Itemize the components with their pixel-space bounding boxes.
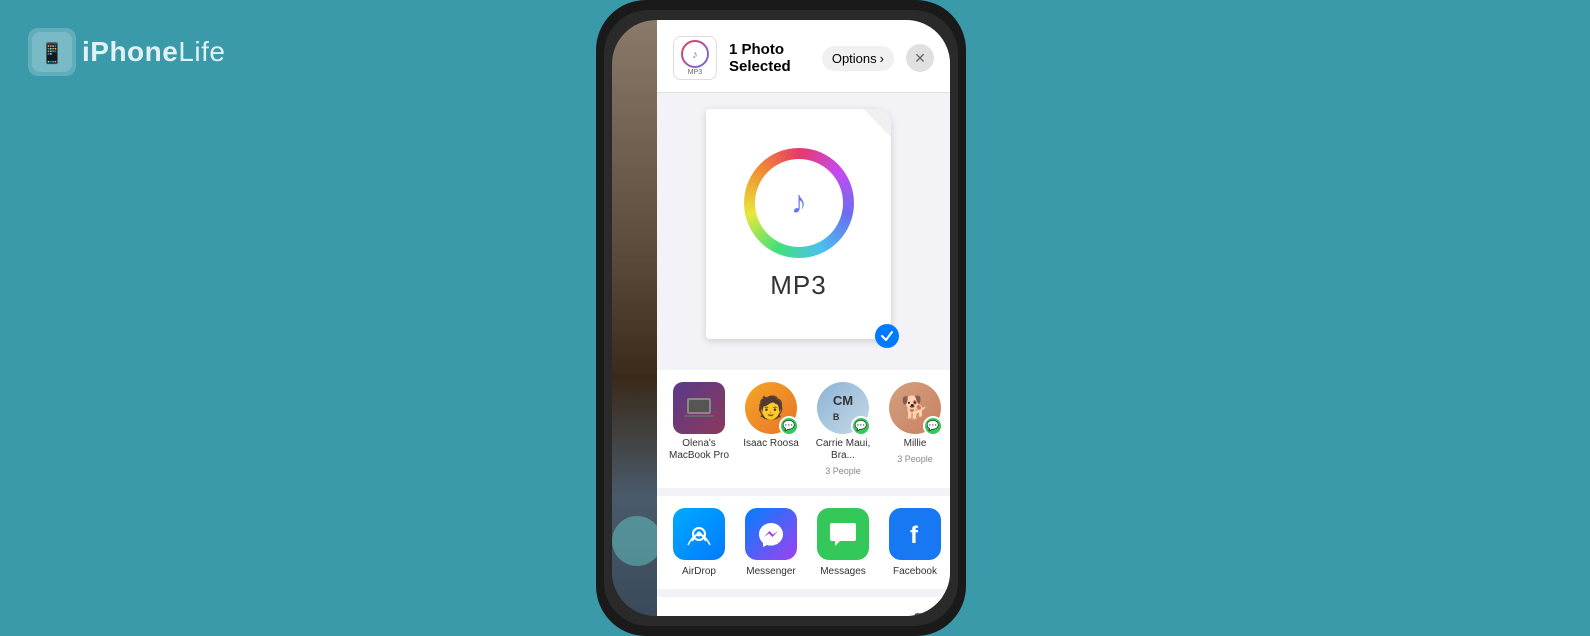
- mp3-label: MP3: [770, 270, 826, 301]
- contact-avatar-wrap-isaac: 🧑 💬: [745, 382, 797, 434]
- contact-macbook-name: Olena's MacBook Pro: [666, 438, 732, 462]
- svg-text:♪: ♪: [791, 184, 807, 220]
- bg-photo-content: [612, 20, 657, 616]
- share-header: ♪ MP3 1 Photo Selected Options › ✕: [657, 20, 950, 93]
- contact-isaac-name: Isaac Roosa: [743, 438, 799, 450]
- close-button[interactable]: ✕: [906, 44, 934, 72]
- header-info: 1 Photo Selected: [729, 41, 810, 75]
- options-label: Options: [832, 51, 877, 66]
- share-sheet: ♪ MP3 1 Photo Selected Options › ✕: [657, 20, 950, 616]
- contacts-row: Olena's MacBook Pro 🧑 💬 Isaac Roosa CM: [657, 370, 950, 488]
- logo-text: iPhoneLife: [82, 36, 226, 68]
- message-badge-icon-carrie: 💬: [855, 421, 867, 432]
- svg-text:f: f: [910, 522, 919, 549]
- file-page: ♪ MP3: [706, 109, 891, 339]
- header-title: 1 Photo Selected: [729, 41, 810, 75]
- copy-photo-icon: [912, 611, 934, 616]
- background-photo: [612, 20, 657, 616]
- svg-text:♪: ♪: [692, 49, 698, 61]
- logo-brand: iPhone: [82, 36, 178, 67]
- messages-icon: [817, 508, 869, 560]
- close-icon: ✕: [914, 50, 926, 67]
- message-badge-icon-millie: 💬: [927, 421, 939, 432]
- messenger-icon: [745, 508, 797, 560]
- contact-avatar-wrap-macbook: [673, 382, 725, 434]
- phone-frame: ♪ MP3 1 Photo Selected Options › ✕: [596, 0, 966, 636]
- contact-carrie-name: Carrie Maui, Bra...: [810, 438, 876, 462]
- iphone-life-logo: 📱 iPhoneLife: [28, 28, 226, 76]
- contact-carrie[interactable]: CMB 💬 Carrie Maui, Bra... 3 People: [809, 382, 877, 476]
- app-messenger[interactable]: Messenger: [737, 508, 805, 577]
- message-badge-isaac: 💬: [779, 416, 799, 436]
- messages-svg: [828, 519, 858, 549]
- app-airdrop[interactable]: AirDrop: [665, 508, 733, 577]
- facebook-icon: f: [889, 508, 941, 560]
- music-circle: ♪: [744, 148, 854, 258]
- contact-millie-sub: 3 People: [897, 454, 933, 464]
- file-thumbnail: ♪ MP3: [673, 36, 717, 80]
- apps-row: AirDrop Messenger: [657, 496, 950, 589]
- message-badge-millie: 💬: [923, 416, 943, 436]
- message-badge-carrie: 💬: [851, 416, 871, 436]
- action-rows: Copy Photo Use as Wallpaper: [657, 597, 950, 616]
- app-facebook[interactable]: f Facebook: [881, 508, 949, 577]
- avatar-macbook: [673, 382, 725, 434]
- app-messages-label: Messages: [820, 566, 866, 577]
- logo-icon: 📱: [28, 28, 76, 76]
- app-messages[interactable]: Messages: [809, 508, 877, 577]
- cm-initials: CMB: [833, 393, 853, 423]
- contact-avatar-wrap-carrie: CMB 💬: [817, 382, 869, 434]
- macbook-icon: [684, 396, 714, 420]
- music-circle-inner: ♪: [755, 159, 843, 247]
- messenger-svg: [756, 519, 786, 549]
- app-airdrop-label: AirDrop: [682, 566, 716, 577]
- options-chevron: ›: [880, 51, 884, 66]
- facebook-svg: f: [900, 519, 930, 549]
- app-messenger-label: Messenger: [746, 566, 795, 577]
- phone-screen: ♪ MP3 1 Photo Selected Options › ✕: [604, 10, 958, 626]
- contact-millie[interactable]: 🐕 💬 Millie 3 People: [881, 382, 949, 476]
- contact-isaac[interactable]: 🧑 💬 Isaac Roosa: [737, 382, 805, 476]
- preview-area: ♪ MP3: [657, 93, 950, 370]
- logo-suffix: Life: [178, 36, 225, 67]
- file-thumb-label: MP3: [688, 69, 702, 76]
- options-button[interactable]: Options ›: [822, 46, 894, 71]
- file-thumb-svg: ♪: [681, 40, 709, 68]
- checkmark-icon: [880, 329, 894, 343]
- svg-text:📱: 📱: [40, 41, 65, 65]
- contact-macbook[interactable]: Olena's MacBook Pro: [665, 382, 733, 476]
- contact-carrie-sub: 3 People: [825, 466, 861, 476]
- airdrop-svg: [684, 519, 714, 549]
- message-badge-icon: 💬: [783, 421, 795, 432]
- copy-photo-action[interactable]: Copy Photo: [657, 597, 950, 616]
- music-note-icon: ♪: [773, 177, 825, 229]
- copy-icon-svg: [912, 611, 934, 616]
- selected-check-badge: [875, 324, 899, 348]
- mp3-preview: ♪ MP3: [706, 109, 901, 354]
- contact-millie-name: Millie: [904, 438, 927, 450]
- app-facebook-label: Facebook: [893, 566, 937, 577]
- airdrop-icon: [673, 508, 725, 560]
- contact-avatar-wrap-millie: 🐕 💬: [889, 382, 941, 434]
